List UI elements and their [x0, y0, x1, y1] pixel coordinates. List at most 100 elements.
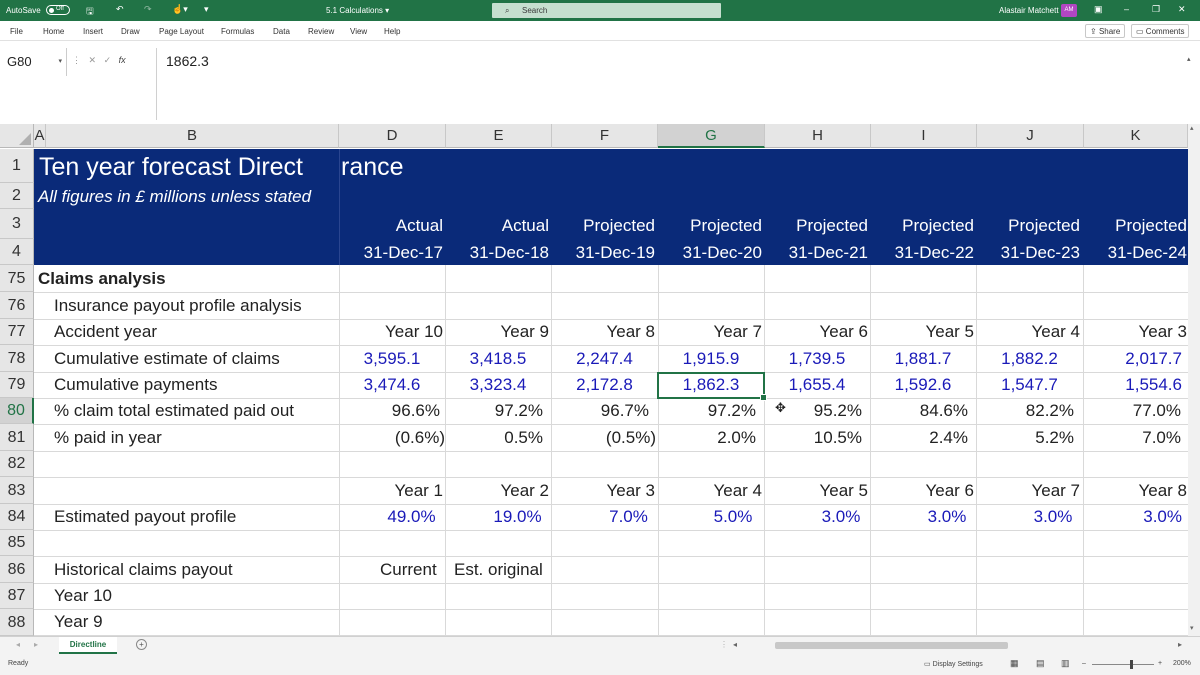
column-header-g[interactable]: G [658, 124, 765, 148]
table-cell[interactable]: Year 5 [870, 319, 974, 345]
sheet-title-overflow[interactable]: rance [341, 153, 404, 181]
menu-draw[interactable]: Draw [121, 27, 140, 36]
column-header-e[interactable]: E [446, 124, 552, 148]
table-cell[interactable]: 82.2% [976, 398, 1074, 424]
header-cell-h4[interactable]: 31-Dec-21 [764, 240, 868, 266]
scroll-up-icon[interactable]: ▴ [1190, 124, 1194, 132]
header-cell-d4[interactable]: 31-Dec-17 [339, 240, 443, 266]
table-cell[interactable]: 3,595.1 [339, 346, 445, 372]
page-break-view-icon[interactable]: ▥ [1061, 658, 1070, 669]
menu-insert[interactable]: Insert [83, 27, 103, 36]
table-cell[interactable]: 3,474.6 [339, 372, 445, 398]
table-cell[interactable]: 2,017.7 [1083, 346, 1182, 372]
ribbon-display-icon[interactable]: ▣ [1094, 4, 1103, 15]
table-cell[interactable]: Year 4 [658, 478, 762, 504]
row-label-76[interactable]: Insurance payout profile analysis [54, 293, 302, 319]
table-cell[interactable]: 7.0% [1083, 425, 1181, 451]
header-cell-k3[interactable]: Projected [1083, 213, 1187, 239]
menu-review[interactable]: Review [308, 27, 334, 36]
search-box[interactable]: ⌕ Search [492, 3, 721, 18]
table-cell[interactable]: Year 6 [764, 319, 868, 345]
customize-toolbar-icon[interactable]: ▾ [204, 4, 209, 15]
cancel-icon[interactable]: ✕ [89, 55, 97, 65]
menu-home[interactable]: Home [43, 27, 64, 36]
table-cell[interactable]: Year 3 [551, 478, 655, 504]
table-cell[interactable]: 1,547.7 [976, 372, 1083, 398]
header-cell-j4[interactable]: 31-Dec-23 [976, 240, 1080, 266]
table-cell[interactable]: 1,915.9 [658, 346, 764, 372]
undo-icon[interactable]: ↶ [116, 4, 124, 15]
row-label-78[interactable]: Cumulative estimate of claims [54, 346, 280, 372]
row-header-82[interactable]: 82 [0, 451, 34, 477]
column-header-i[interactable]: I [871, 124, 977, 148]
redo-icon[interactable]: ↷ [144, 4, 152, 15]
row-header-84[interactable]: 84 [0, 504, 34, 530]
row-header-78[interactable]: 78 [0, 345, 34, 372]
table-cell[interactable]: 84.6% [870, 398, 968, 424]
table-cell[interactable]: (0.6%) [339, 425, 445, 451]
table-cell[interactable]: 3.0% [1083, 504, 1182, 530]
row-label-87[interactable]: Year 10 [54, 583, 112, 609]
table-cell[interactable]: 2,172.8 [551, 372, 658, 398]
tab-scroll-right-icon[interactable]: ▸ [34, 640, 38, 649]
row-label-80[interactable]: % claim total estimated paid out [54, 398, 294, 424]
table-cell[interactable]: 97.2% [658, 398, 756, 424]
enter-icon[interactable]: ✓ [104, 55, 112, 65]
column-header-h[interactable]: H [765, 124, 871, 148]
header-cell-g3[interactable]: Projected [658, 213, 762, 239]
row-header-4[interactable]: 4 [0, 239, 34, 265]
horizontal-scrollbar-thumb[interactable] [775, 642, 1008, 649]
table-cell[interactable]: 0.5% [445, 425, 543, 451]
table-cell[interactable]: Year 3 [1083, 319, 1187, 345]
row-header-80[interactable]: 80 [0, 398, 34, 424]
sheet-subtitle[interactable]: All figures in £ millions unless stated [38, 186, 311, 208]
row-header-85[interactable]: 85 [0, 530, 34, 556]
add-sheet-button[interactable]: + [136, 639, 147, 650]
column-header-f[interactable]: F [552, 124, 658, 148]
column-header-d[interactable]: D [339, 124, 446, 148]
table-cell[interactable]: 2.4% [870, 425, 968, 451]
minimize-icon[interactable]: – [1124, 4, 1129, 14]
table-cell[interactable]: Year 10 [339, 319, 443, 345]
save-icon[interactable]: 🖫 [86, 4, 94, 20]
row-header-79[interactable]: 79 [0, 372, 34, 398]
table-cell[interactable]: (0.5%) [551, 425, 656, 451]
table-cell[interactable]: 1,554.6 [1083, 372, 1182, 398]
fx-icon[interactable]: fx [119, 55, 126, 65]
scroll-down-icon[interactable]: ▾ [1190, 624, 1194, 632]
formula-input[interactable]: 1862.3 [166, 53, 209, 69]
document-title[interactable]: 5.1 Calculations ▾ [326, 6, 389, 15]
menu-view[interactable]: View [350, 27, 367, 36]
row-label-77[interactable]: Accident year [54, 319, 157, 345]
table-cell[interactable]: 77.0% [1083, 398, 1181, 424]
zoom-slider[interactable] [1092, 664, 1154, 665]
table-cell[interactable]: 2.0% [658, 425, 756, 451]
scroll-right-icon[interactable]: ▸ [1178, 640, 1182, 649]
sheet-title[interactable]: Ten year forecast Direct [39, 153, 303, 181]
comments-button[interactable]: ▭ Comments [1131, 24, 1190, 38]
zoom-level[interactable]: 200% [1173, 660, 1191, 667]
zoom-slider-thumb[interactable] [1130, 660, 1133, 669]
row-label-88[interactable]: Year 9 [54, 609, 103, 635]
header-cell-i3[interactable]: Projected [870, 213, 974, 239]
table-cell[interactable]: 3,323.4 [445, 372, 551, 398]
restore-icon[interactable]: ❐ [1152, 4, 1160, 15]
menu-file[interactable]: File [10, 27, 23, 36]
header-cell-e4[interactable]: 31-Dec-18 [445, 240, 549, 266]
row-header-3[interactable]: 3 [0, 209, 34, 239]
row-header-81[interactable]: 81 [0, 424, 34, 451]
menu-formulas[interactable]: Formulas [221, 27, 254, 36]
name-box[interactable]: G80 ▾ [0, 48, 67, 76]
avatar[interactable]: AM [1061, 4, 1077, 17]
table-cell[interactable]: 1,881.7 [870, 346, 976, 372]
spreadsheet-grid[interactable]: A B D E F G H I J K 1 2 3 4 75 76 77 78 … [0, 124, 1188, 636]
header-cell-j3[interactable]: Projected [976, 213, 1080, 239]
table-cell[interactable]: Year 7 [658, 319, 762, 345]
header-cell-k4[interactable]: 31-Dec-24 [1083, 240, 1187, 266]
row-header-75[interactable]: 75 [0, 265, 34, 292]
table-cell[interactable]: 5.2% [976, 425, 1074, 451]
header-cell-d3[interactable]: Actual [339, 213, 443, 239]
sheet-tab-directline[interactable]: Directline [59, 637, 117, 654]
page-layout-view-icon[interactable]: ▤ [1036, 658, 1045, 669]
table-cell[interactable]: Current [380, 557, 437, 583]
